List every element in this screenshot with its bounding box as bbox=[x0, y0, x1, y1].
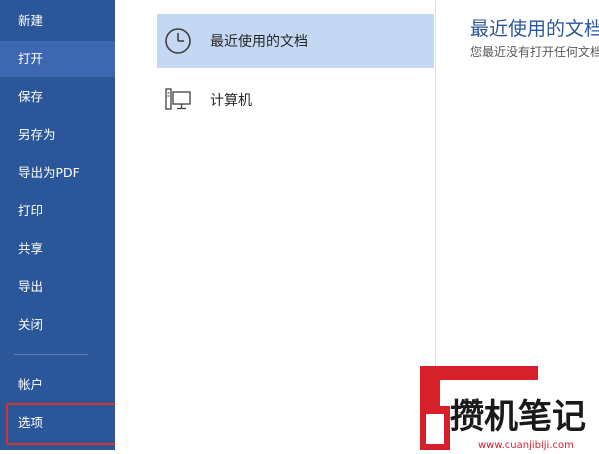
nav-close[interactable]: 关闭 bbox=[0, 307, 115, 343]
nav-account[interactable]: 帐户 bbox=[0, 367, 115, 403]
clock-icon bbox=[164, 27, 192, 55]
nav-divider bbox=[14, 354, 88, 355]
recent-documents-empty-message: 您最近没有打开任何文档。 bbox=[470, 45, 599, 59]
recent-documents-title: 最近使用的文档 bbox=[470, 18, 599, 40]
location-recent-documents[interactable]: 最近使用的文档 bbox=[157, 14, 434, 68]
options-highlight-box bbox=[6, 403, 124, 445]
location-label: 计算机 bbox=[210, 93, 252, 109]
locations-panel: 最近使用的文档 计算机 bbox=[115, 0, 436, 450]
location-computer[interactable]: 计算机 bbox=[157, 73, 434, 127]
nav-print[interactable]: 打印 bbox=[0, 193, 115, 229]
site-watermark-logo: 攒机笔记 www.cuanjibiji.com bbox=[420, 366, 599, 451]
nav-save-as[interactable]: 另存为 bbox=[0, 117, 115, 153]
nav-open[interactable]: 打开 bbox=[0, 41, 115, 77]
nav-export-pdf[interactable]: 导出为PDF bbox=[0, 155, 115, 191]
location-label: 最近使用的文档 bbox=[210, 34, 308, 50]
backstage-sidebar: 新建 打开 保存 另存为 导出为PDF 打印 共享 导出 关闭 帐户 选项 bbox=[0, 0, 115, 450]
nav-new[interactable]: 新建 bbox=[0, 3, 115, 39]
nav-share[interactable]: 共享 bbox=[0, 231, 115, 267]
computer-icon bbox=[164, 86, 192, 114]
watermark-url: www.cuanjibiji.com bbox=[478, 440, 574, 450]
watermark-text: 攒机笔记 bbox=[450, 397, 586, 437]
nav-export[interactable]: 导出 bbox=[0, 269, 115, 305]
nav-save[interactable]: 保存 bbox=[0, 79, 115, 115]
